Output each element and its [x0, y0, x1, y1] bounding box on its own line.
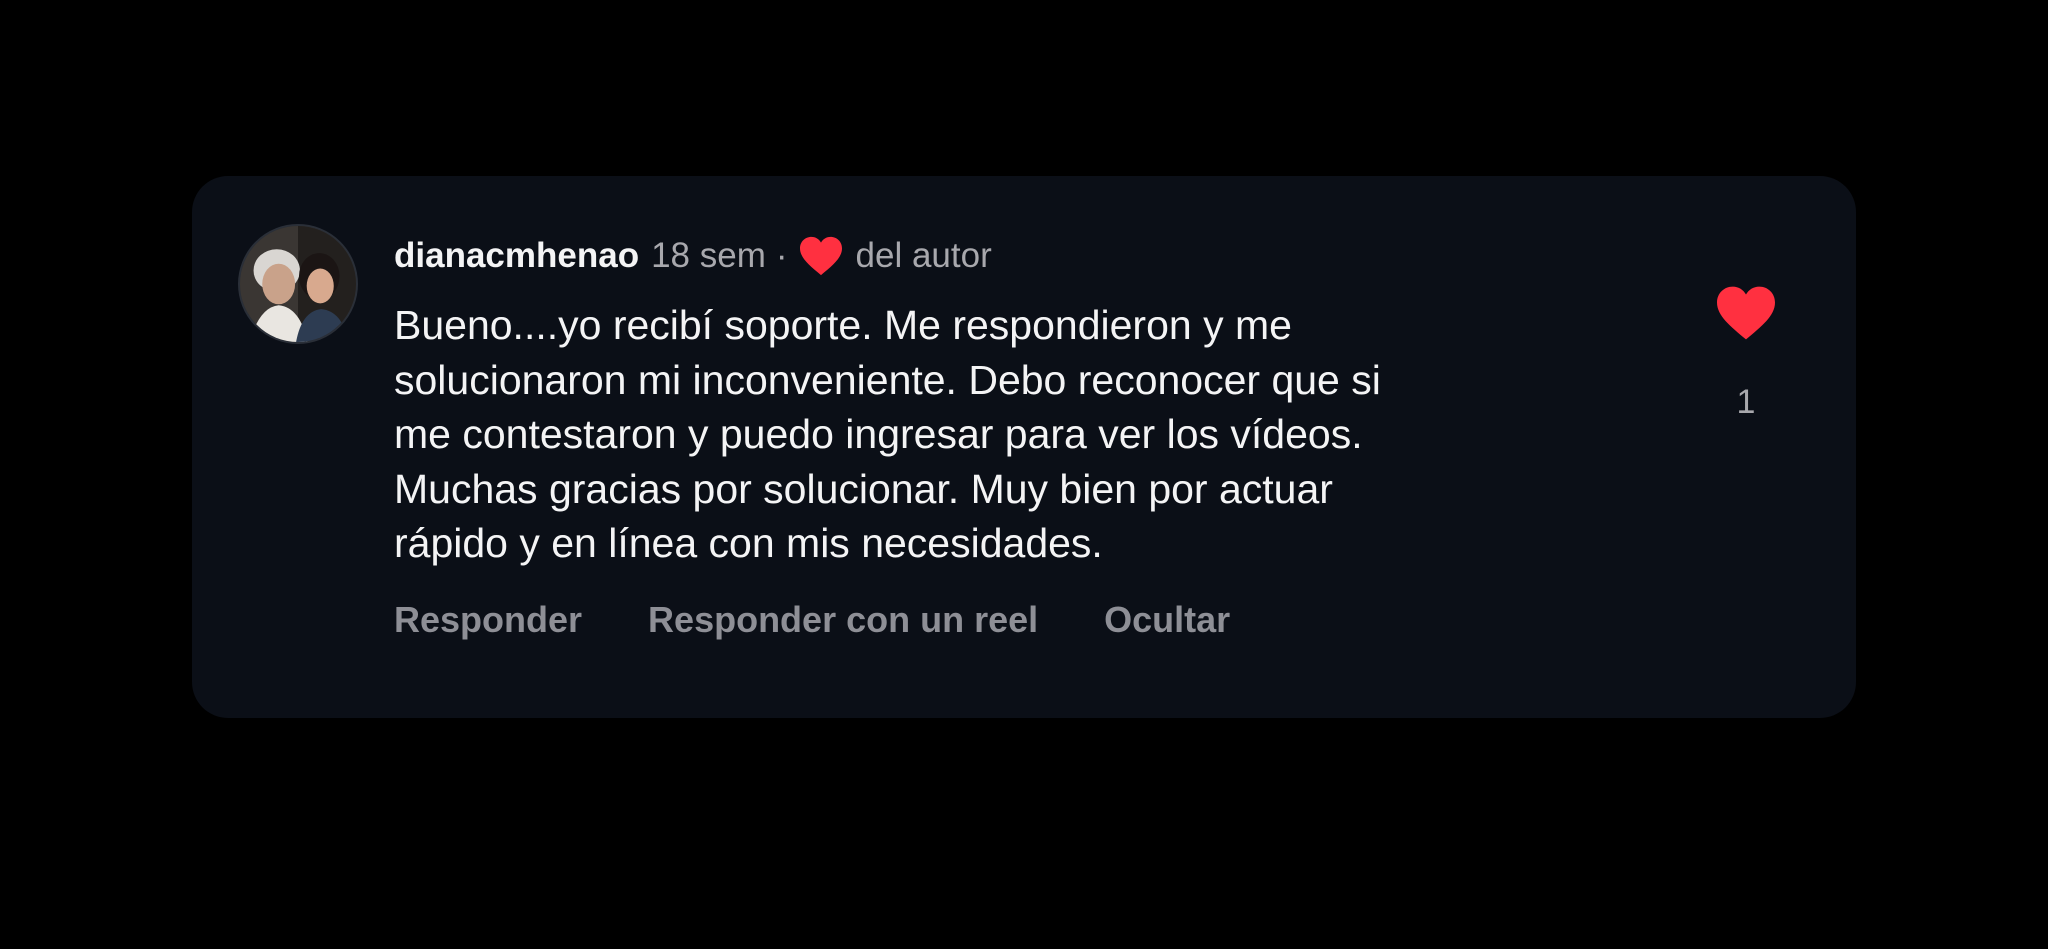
- reply-with-reel-button[interactable]: Responder con un reel: [648, 596, 1038, 644]
- heart-icon: [799, 236, 842, 276]
- comment-text: Bueno....yo recibí soporte. Me respondie…: [394, 302, 1381, 566]
- author-like-label: del autor: [855, 236, 992, 275]
- comment-header: dianacmhenao 18 sem · del autor: [394, 232, 992, 280]
- separator: ·: [775, 236, 788, 275]
- heart-icon[interactable]: [1714, 284, 1778, 342]
- like-count[interactable]: 1: [1714, 382, 1778, 422]
- username[interactable]: dianacmhenao: [394, 232, 639, 280]
- avatar-photo: [240, 226, 356, 342]
- timestamp: 18 sem: [651, 236, 766, 275]
- comment-actions: Responder Responder con un reel Ocultar: [394, 596, 1230, 644]
- comment-card: dianacmhenao 18 sem · del autor Bueno...…: [192, 176, 1856, 718]
- reply-button[interactable]: Responder: [394, 596, 582, 644]
- hide-button[interactable]: Ocultar: [1104, 596, 1230, 644]
- avatar[interactable]: [238, 224, 358, 344]
